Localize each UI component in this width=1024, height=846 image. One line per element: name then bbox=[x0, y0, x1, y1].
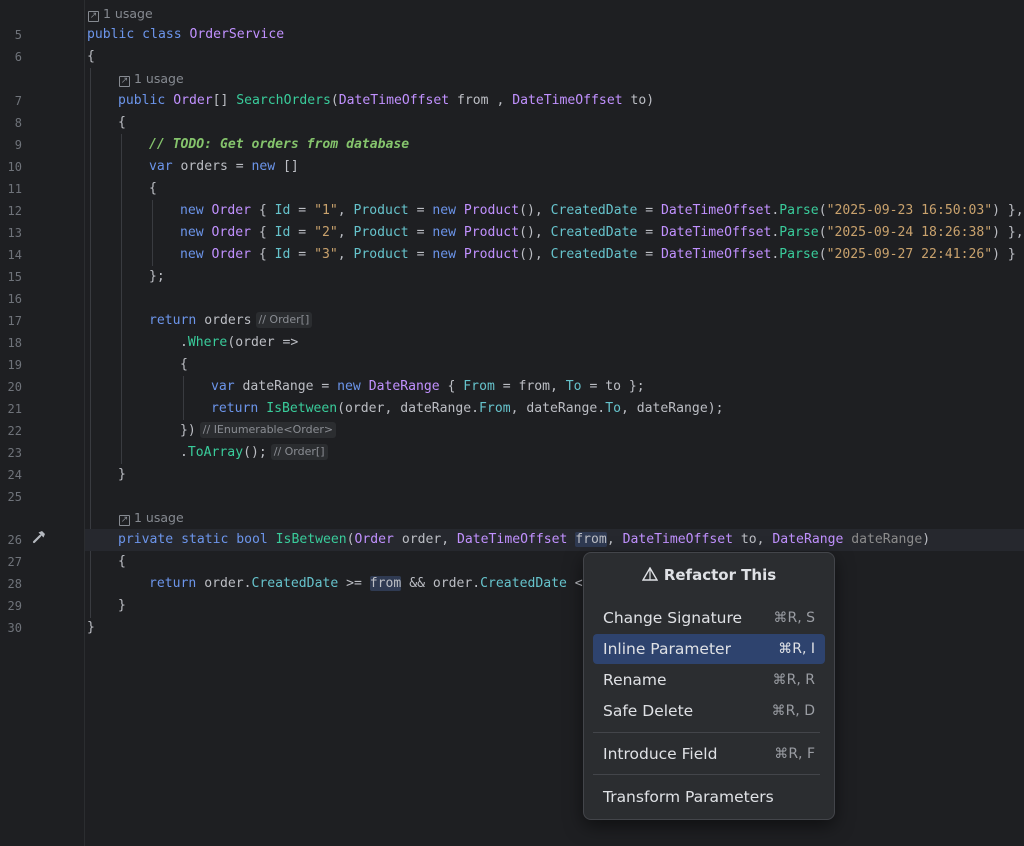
external-link-icon: ↗ bbox=[88, 11, 99, 22]
code-line-27[interactable]: { bbox=[118, 551, 126, 573]
line-number: 20 bbox=[7, 380, 22, 394]
line-number: 15 bbox=[7, 270, 22, 284]
code-line-20[interactable]: var dateRange = new DateRange { From = f… bbox=[211, 376, 645, 398]
code-line-7[interactable]: public Order[] SearchOrders(DateTimeOffs… bbox=[118, 90, 654, 112]
code-line-19[interactable]: { bbox=[180, 354, 188, 376]
line-number: 23 bbox=[7, 446, 22, 460]
line-number: 26 bbox=[7, 533, 22, 547]
menu-item-safe-delete[interactable]: Safe Delete ⌘R, D bbox=[593, 696, 825, 726]
code-line-17[interactable]: return orders// Order[] bbox=[149, 310, 313, 332]
indent-guide bbox=[183, 376, 184, 420]
code-line-18[interactable]: .Where(order => bbox=[180, 332, 298, 354]
code-line-28[interactable]: return order.CreatedDate >= from && orde… bbox=[149, 573, 591, 595]
menu-item-transform-parameters[interactable]: Transform Parameters bbox=[593, 782, 825, 812]
refactor-prism-icon bbox=[641, 566, 659, 584]
line-number: 30 bbox=[7, 621, 22, 635]
code-line-5[interactable]: public class OrderService bbox=[87, 24, 284, 46]
refactor-this-popup[interactable]: Refactor This Change Signature ⌘R, S Inl… bbox=[583, 552, 835, 820]
usage-hint[interactable]: ↗ 1 usage bbox=[119, 68, 184, 90]
code-line-10[interactable]: var orders = new [] bbox=[149, 156, 299, 178]
type-inlay-hint: // IEnumerable<Order> bbox=[199, 422, 337, 438]
line-number: 16 bbox=[7, 292, 22, 306]
menu-item-inline-parameter[interactable]: Inline Parameter ⌘R, I bbox=[593, 634, 825, 664]
code-line-11[interactable]: { bbox=[149, 178, 157, 200]
code-line-9[interactable]: // TODO: Get orders from database bbox=[149, 134, 409, 156]
line-number: 17 bbox=[7, 314, 22, 328]
line-number: 9 bbox=[14, 138, 22, 152]
line-number: 12 bbox=[7, 204, 22, 218]
popup-title: Refactor This bbox=[584, 566, 834, 584]
code-line-23[interactable]: .ToArray();// Order[] bbox=[180, 442, 328, 464]
code-line-22[interactable]: })// IEnumerable<Order> bbox=[180, 420, 337, 442]
line-number: 21 bbox=[7, 402, 22, 416]
code-line-12[interactable]: new Order { Id = "1", Product = new Prod… bbox=[180, 200, 1024, 222]
type-inlay-hint: // Order[] bbox=[255, 312, 313, 328]
line-number: 18 bbox=[7, 336, 22, 350]
caret-parameter[interactable]: from bbox=[575, 532, 607, 547]
usage-hint[interactable]: ↗ 1 usage bbox=[88, 3, 153, 25]
line-number: 29 bbox=[7, 599, 22, 613]
line-number: 19 bbox=[7, 358, 22, 372]
code-line-26[interactable]: private static bool IsBetween(Order orde… bbox=[118, 529, 930, 551]
menu-item-introduce-field[interactable]: Introduce Field ⌘R, F bbox=[593, 739, 825, 769]
indent-guide bbox=[152, 200, 153, 266]
external-link-icon: ↗ bbox=[119, 76, 130, 87]
line-number: 13 bbox=[7, 226, 22, 240]
line-number: 11 bbox=[7, 182, 22, 196]
line-number: 25 bbox=[7, 490, 22, 504]
code-line-15[interactable]: }; bbox=[149, 266, 165, 288]
code-line-24[interactable]: } bbox=[118, 464, 126, 486]
menu-separator bbox=[593, 774, 820, 775]
type-inlay-hint: // Order[] bbox=[270, 444, 328, 460]
external-link-icon: ↗ bbox=[119, 515, 130, 526]
parameter-usage-highlight[interactable]: from bbox=[369, 576, 402, 591]
line-number: 28 bbox=[7, 577, 22, 591]
code-line-8[interactable]: { bbox=[118, 112, 126, 134]
hammer-icon[interactable] bbox=[30, 529, 48, 551]
menu-item-change-signature[interactable]: Change Signature ⌘R, S bbox=[593, 603, 825, 633]
usage-hint[interactable]: ↗ 1 usage bbox=[119, 507, 184, 529]
code-line-14[interactable]: new Order { Id = "3", Product = new Prod… bbox=[180, 244, 1016, 266]
menu-item-rename[interactable]: Rename ⌘R, R bbox=[593, 665, 825, 695]
indent-guide bbox=[121, 134, 122, 464]
line-number: 10 bbox=[7, 160, 22, 174]
line-number: 24 bbox=[7, 468, 22, 482]
line-number: 5 bbox=[14, 28, 22, 42]
menu-separator bbox=[593, 732, 820, 733]
line-number: 7 bbox=[14, 94, 22, 108]
line-number: 14 bbox=[7, 248, 22, 262]
code-line-13[interactable]: new Order { Id = "2", Product = new Prod… bbox=[180, 222, 1024, 244]
code-line-30[interactable]: } bbox=[87, 617, 95, 639]
line-number: 6 bbox=[14, 50, 22, 64]
code-line-6[interactable]: { bbox=[87, 46, 95, 68]
line-number: 27 bbox=[7, 555, 22, 569]
code-line-29[interactable]: } bbox=[118, 595, 126, 617]
code-line-21[interactable]: return IsBetween(order, dateRange.From, … bbox=[211, 398, 723, 420]
line-number: 22 bbox=[7, 424, 22, 438]
line-number: 8 bbox=[14, 116, 22, 130]
